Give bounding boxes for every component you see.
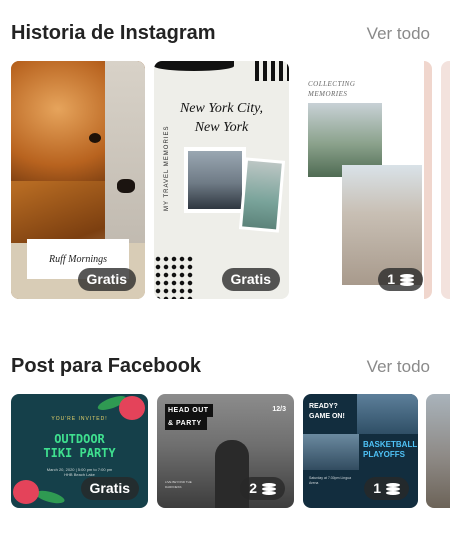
invite-details: March 20, 2020 | 5:00 pm to 7:00 pm HHB … — [11, 467, 148, 477]
photo-background-right — [105, 61, 145, 261]
template-title: New York City, New York — [154, 99, 289, 137]
invite-title: OUTDOOR TIKI PARTY — [11, 432, 148, 460]
statue-photo — [238, 157, 286, 233]
template-card[interactable]: COLLECTING MEMORIES 1 — [298, 61, 432, 299]
torn-edge-decoration — [154, 61, 234, 71]
template-card[interactable]: YOU'RE INVITED! OUTDOOR TIKI PARTY March… — [11, 394, 148, 508]
dots-decoration — [154, 255, 194, 299]
headline-tag: & PARTY — [165, 417, 207, 430]
event-title-line: BASKETBALL — [363, 440, 418, 449]
badge-label: Gratis — [230, 271, 271, 287]
price-badge: Gratis — [77, 268, 136, 291]
event-info: Saturday at 7:30pm Lingua Arena — [309, 476, 352, 485]
caption-line: COLLECTING — [308, 80, 356, 88]
stripes-decoration — [255, 61, 289, 81]
template-card[interactable]: HEAD OUT & PARTY 12/3 LIVE BEYOND THE DA… — [157, 394, 294, 508]
small-text: LIVE BEYOND THE DARKNESS — [165, 480, 192, 489]
section-title: Post para Facebook — [11, 355, 202, 377]
template-card[interactable]: Ruff Mornings Gratis — [11, 61, 145, 299]
headline-line: READY? — [309, 403, 338, 410]
price-badge: 1 — [364, 477, 409, 500]
flower-decoration — [13, 480, 39, 504]
badge-label: 1 — [387, 271, 395, 287]
template-caption: COLLECTING MEMORIES — [308, 79, 355, 99]
event-title-line: PLAYOFFS — [363, 450, 405, 459]
bridge-photo — [184, 147, 246, 213]
pink-strip-decoration — [424, 61, 432, 299]
dog-nose — [117, 179, 135, 193]
price-badge: 2 — [240, 477, 285, 500]
instagram-template-row[interactable]: Ruff Mornings Gratis New York City, New … — [0, 61, 450, 301]
price-badge: 1 — [378, 268, 423, 291]
page-indicator: 12/3 — [272, 406, 286, 413]
coin-stack-icon — [386, 482, 400, 495]
invite-eyebrow: YOU'RE INVITED! — [51, 416, 108, 422]
see-all-link[interactable]: Ver todo — [367, 24, 430, 44]
coin-stack-icon — [262, 482, 276, 495]
badge-label: 2 — [249, 480, 257, 496]
headline-line: GAME ON! — [309, 413, 345, 420]
village-photo — [342, 165, 422, 285]
template-card-partial[interactable] — [441, 61, 450, 299]
dog-eye — [89, 133, 101, 143]
facebook-section-header: Post para Facebook Ver todo — [11, 355, 430, 378]
team-photo — [357, 394, 418, 434]
headline: READY? GAME ON! — [309, 402, 345, 422]
headline-tag: HEAD OUT — [165, 404, 213, 417]
title-line: New York City, — [179, 101, 264, 116]
title-line: New York — [194, 120, 249, 135]
facebook-template-row[interactable]: YOU'RE INVITED! OUTDOOR TIKI PARTY March… — [0, 394, 450, 510]
template-card[interactable]: READY? GAME ON! BASKETBALL PLAYOFFS Satu… — [303, 394, 418, 508]
side-text: MY TRAVEL MEMORIES — [164, 125, 170, 211]
badge-label: Gratis — [86, 271, 127, 287]
price-badge: Gratis — [80, 477, 139, 500]
template-card[interactable]: New York City, New York MY TRAVEL MEMORI… — [154, 61, 289, 299]
title-line: TIKI PARTY — [43, 446, 116, 460]
price-badge: Gratis — [221, 268, 280, 291]
badge-label: Gratis — [89, 480, 130, 496]
title-line: OUTDOOR — [54, 432, 105, 446]
badge-label: 1 — [373, 480, 381, 496]
caption-line: MEMORIES — [308, 90, 348, 98]
template-card-partial[interactable] — [426, 394, 450, 508]
player-photo — [303, 434, 359, 470]
see-all-link[interactable]: Ver todo — [367, 357, 430, 377]
section-title: Historia de Instagram — [11, 22, 216, 44]
instagram-section-header: Historia de Instagram Ver todo — [11, 22, 430, 45]
coin-stack-icon — [400, 273, 414, 286]
event-title: BASKETBALL PLAYOFFS — [359, 434, 418, 470]
